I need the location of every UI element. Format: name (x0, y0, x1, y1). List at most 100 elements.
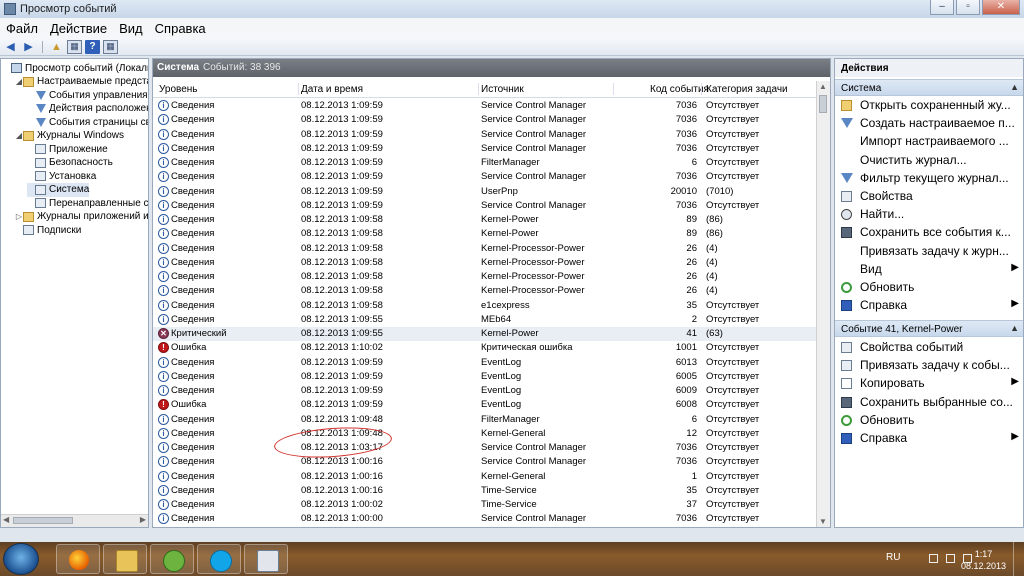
table-row[interactable]: i Сведения 08.12.2013 1:09:58 Kernel-Proces… (153, 242, 818, 256)
table-row[interactable]: i Сведения 08.12.2013 1:09:58 Kernel-Proces… (153, 270, 818, 284)
scroll-down-icon[interactable]: ▼ (819, 517, 827, 526)
expander-icon[interactable]: ▷ (15, 212, 23, 221)
scroll-right-icon[interactable]: ▶ (140, 515, 146, 524)
action-item[interactable]: Справка ▶ (835, 430, 1021, 447)
table-row[interactable]: i Сведения 08.12.2013 1:00:16 Kernel-Genera… (153, 470, 818, 484)
column-separator[interactable] (613, 83, 614, 95)
table-row[interactable]: ! Ошибка 08.12.2013 1:10:02 Критическая оши… (153, 341, 818, 355)
back-arrow-icon[interactable]: ◀ (3, 40, 18, 54)
menu-file[interactable]: Файл (0, 21, 44, 36)
action-item[interactable]: Сохранить выбранные со... (835, 394, 1021, 411)
show-hide-actions-icon[interactable]: ▦ (103, 39, 118, 54)
horizontal-scrollbar[interactable]: ◀ ▶ (1, 514, 148, 527)
table-row[interactable]: i Сведения 08.12.2013 1:09:59 EventLog 6005 О… (153, 370, 818, 384)
table-row[interactable]: i Сведения 08.12.2013 1:09:58 Kernel-Proces… (153, 256, 818, 270)
table-row[interactable]: i Сведения 08.12.2013 1:09:59 Service Contr… (153, 199, 818, 213)
network-flag-icon[interactable] (929, 554, 938, 563)
expander-icon[interactable]: ◢ (15, 77, 23, 86)
action-item[interactable]: Справка ▶ (835, 297, 1021, 314)
forward-arrow-icon[interactable]: ▶ (21, 40, 36, 54)
tree-item[interactable]: ◢ Журналы Windows (15, 129, 124, 143)
action-item[interactable]: Свойства (835, 188, 1021, 205)
maximize-button[interactable]: ▫ (956, 0, 980, 15)
up-folder-icon[interactable]: ▲ (49, 40, 64, 54)
table-row[interactable]: i Сведения 08.12.2013 1:09:58 Kernel-Power 8… (153, 213, 818, 227)
table-row[interactable]: i Сведения 08.12.2013 1:09:55 MEb64 2 Отсутст… (153, 313, 818, 327)
table-row[interactable]: i Сведения 08.12.2013 1:09:59 EventLog 6009 О… (153, 384, 818, 398)
taskbar-event-viewer[interactable] (244, 544, 288, 574)
action-item[interactable]: Фильтр текущего журнал... (835, 170, 1021, 187)
taskbar-explorer[interactable] (103, 544, 147, 574)
tree-item[interactable]: Перенаправленные события (27, 196, 148, 210)
action-item[interactable]: Привязать задачу к собы... (835, 357, 1021, 374)
table-row[interactable]: i Сведения 08.12.2013 1:09:58 Kernel-Power 8… (153, 227, 818, 241)
actions-section-event[interactable]: Событие 41, Kernel-Power ▲ (835, 320, 1023, 337)
expander-icon[interactable]: ◢ (15, 131, 23, 140)
table-row[interactable]: ! Ошибка 08.12.2013 1:09:59 EventLog 6008 Отс… (153, 398, 818, 412)
table-row[interactable]: i Сведения 08.12.2013 1:00:16 Time-Service 3… (153, 484, 818, 498)
action-item[interactable]: Обновить (835, 279, 1021, 296)
table-row[interactable]: i Сведения 08.12.2013 1:09:59 Service Contr… (153, 170, 818, 184)
column-datetime[interactable]: Дата и время (301, 84, 363, 95)
table-row[interactable]: i Сведения 08.12.2013 1:09:59 Service Contr… (153, 99, 818, 113)
column-separator[interactable] (701, 83, 702, 95)
action-item[interactable]: Импорт настраиваемого ... (835, 133, 1021, 150)
action-item[interactable]: Найти... (835, 206, 1021, 223)
action-item[interactable]: Копировать ▶ (835, 375, 1021, 392)
tree-item[interactable]: События страницы сводки (27, 115, 148, 129)
table-row[interactable]: i Сведения 08.12.2013 1:09:59 Service Contr… (153, 128, 818, 142)
action-item[interactable]: Сохранить все события к... (835, 224, 1021, 241)
menu-help[interactable]: Справка (149, 21, 212, 36)
taskbar-utorrent[interactable] (150, 544, 194, 574)
action-center-icon[interactable] (946, 554, 955, 563)
table-row[interactable]: i Сведения 08.12.2013 1:09:59 UserPnp 20010 (… (153, 185, 818, 199)
action-item[interactable]: Очистить журнал... (835, 152, 1021, 169)
action-item[interactable]: Открыть сохраненный жу... (835, 97, 1021, 114)
column-separator[interactable] (478, 83, 479, 95)
tree-item[interactable]: Подписки (15, 223, 81, 237)
scroll-up-icon[interactable]: ▲ (819, 82, 827, 91)
table-row[interactable]: i Сведения 08.12.2013 1:09:48 FilterManager… (153, 413, 818, 427)
table-row[interactable]: i Сведения 08.12.2013 1:00:02 Time-Service 3… (153, 498, 818, 512)
table-row[interactable]: i Сведения 08.12.2013 1:09:58 e1cexpress 35 О… (153, 299, 818, 313)
collapse-icon[interactable]: ▲ (1010, 82, 1019, 92)
table-row[interactable]: i Сведения 08.12.2013 1:09:48 Kernel-Genera… (153, 427, 818, 441)
column-task-category[interactable]: Категория задачи (706, 84, 788, 95)
menu-view[interactable]: Вид (113, 21, 149, 36)
taskbar-skype[interactable] (197, 544, 241, 574)
close-button[interactable]: ✕ (982, 0, 1020, 15)
tree-item[interactable]: События управления (27, 88, 148, 102)
tree-item[interactable]: Установка (27, 169, 96, 183)
show-desktop-button[interactable] (1013, 542, 1024, 576)
table-row[interactable]: i Сведения 08.12.2013 1:09:58 Kernel-Proces… (153, 284, 818, 298)
help-icon[interactable]: ? (85, 39, 100, 54)
action-item[interactable]: Привязать задачу к журн... (835, 243, 1021, 260)
tree-item[interactable]: Действия расположения (27, 102, 148, 116)
actions-section-system[interactable]: Система ▲ (835, 79, 1023, 96)
table-row[interactable]: i Сведения 08.12.2013 1:03:17 Service Contr… (153, 441, 818, 455)
scroll-left-icon[interactable]: ◀ (3, 515, 9, 524)
tree-item[interactable]: ▷ Журналы приложений и служб (15, 210, 148, 224)
menu-action[interactable]: Действие (44, 21, 113, 36)
column-separator[interactable] (298, 83, 299, 95)
tree-item[interactable]: Безопасность (27, 156, 113, 170)
tree-item[interactable]: ◢ Настраиваемые представления (15, 75, 148, 89)
column-source[interactable]: Источник (481, 84, 524, 95)
taskbar-firefox[interactable] (56, 544, 100, 574)
table-row[interactable]: i Сведения 08.12.2013 1:09:59 Service Contr… (153, 113, 818, 127)
scrollbar-thumb[interactable] (13, 517, 73, 524)
table-row[interactable]: i Сведения 08.12.2013 1:09:59 EventLog 6013 О… (153, 356, 818, 370)
tree-item[interactable]: Система (27, 182, 90, 197)
action-item[interactable]: Свойства событий (835, 339, 1021, 356)
table-row[interactable]: i Сведения 08.12.2013 1:09:59 FilterManager… (153, 156, 818, 170)
table-row[interactable]: i Сведения 08.12.2013 1:00:16 Service Contr… (153, 455, 818, 469)
scrollbar-thumb[interactable] (819, 95, 827, 113)
table-row[interactable]: ✕ Критический 08.12.2013 1:09:55 Kernel-Pow… (153, 327, 818, 342)
column-level[interactable]: Уровень (159, 84, 198, 95)
language-indicator[interactable]: RU (886, 552, 900, 563)
clock[interactable]: 1:17 08.12.2013 (961, 548, 1006, 572)
tree-item[interactable]: Просмотр событий (Локальный) (3, 61, 148, 75)
vertical-scrollbar[interactable]: ▲ ▼ (816, 81, 830, 527)
tree-item[interactable]: Приложение (27, 142, 108, 156)
show-hide-tree-icon[interactable]: ▦ (67, 39, 82, 54)
